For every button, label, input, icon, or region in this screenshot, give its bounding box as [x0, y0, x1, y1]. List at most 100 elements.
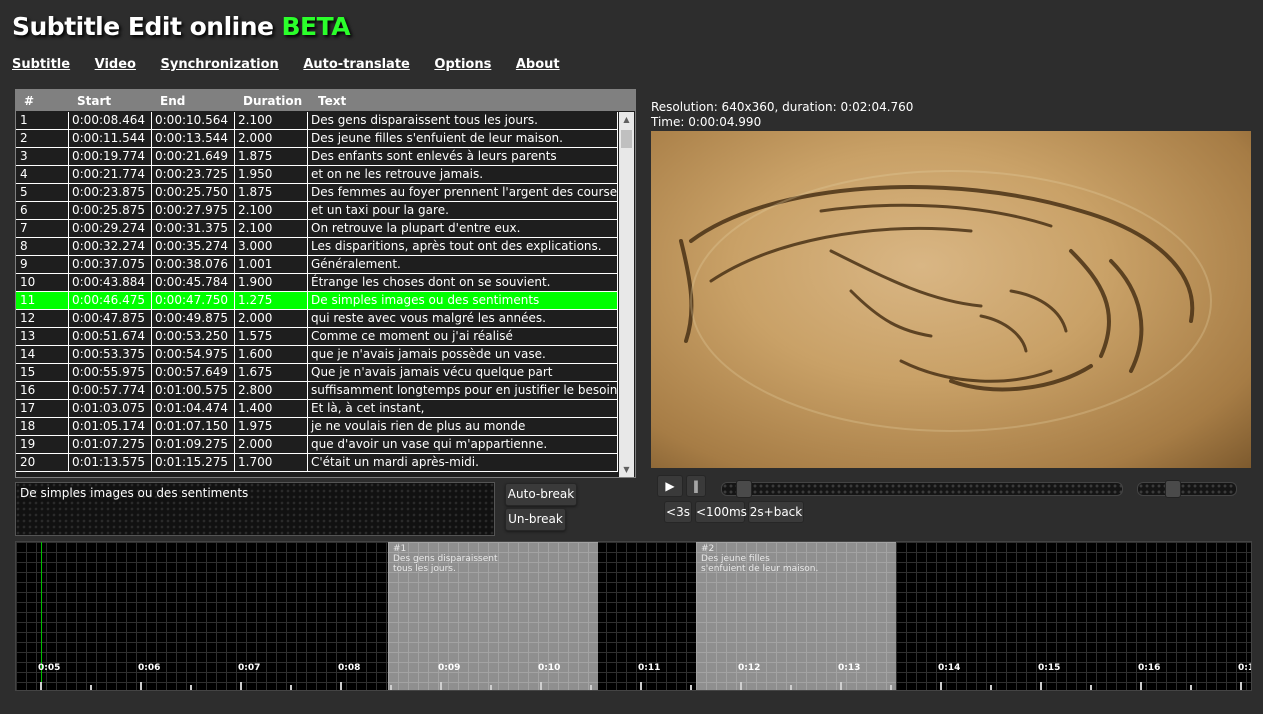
back-100ms-button[interactable]: <100ms — [695, 501, 747, 523]
table-row[interactable]: 14 0:00:53.375 0:00:54.975 1.600 que je n'av… — [16, 346, 618, 364]
play-icon: ▶ — [665, 479, 675, 493]
row-number: 17 — [16, 400, 69, 418]
header-duration[interactable]: Duration — [235, 94, 308, 108]
menu-synchronization[interactable]: Synchronization — [161, 57, 279, 72]
row-start: 0:01:05.174 — [69, 418, 152, 436]
row-text: Les disparitions, après tout ont des exp… — [308, 238, 618, 256]
row-start: 0:00:32.274 — [69, 238, 152, 256]
table-row[interactable]: 6 0:00:25.875 0:00:27.975 2.100 et un taxi p… — [16, 202, 618, 220]
row-duration: 1.950 — [235, 166, 308, 184]
table-row[interactable]: 18 0:01:05.174 0:01:07.150 1.975 je ne voula… — [16, 418, 618, 436]
row-duration: 2.100 — [235, 112, 308, 130]
scroll-up-icon[interactable]: ▲ — [619, 112, 634, 127]
row-start: 0:00:47.875 — [69, 310, 152, 328]
row-text: Et là, à cet instant, — [308, 400, 618, 418]
row-duration: 2.100 — [235, 202, 308, 220]
table-row[interactable]: 3 0:00:19.774 0:00:21.649 1.875 Des enfants … — [16, 148, 618, 166]
auto-break-button[interactable]: Auto-break — [505, 483, 577, 506]
row-duration: 1.400 — [235, 400, 308, 418]
row-duration: 1.900 — [235, 274, 308, 292]
menu-auto-translate[interactable]: Auto-translate — [303, 57, 410, 72]
table-row[interactable]: 19 0:01:07.275 0:01:09.275 2.000 que d'avoir… — [16, 436, 618, 454]
row-duration: 3.000 — [235, 238, 308, 256]
row-end: 0:00:25.750 — [152, 184, 235, 202]
subtitle-grid: # Start End Duration Text 1 0:00:08.464 0:… — [15, 89, 636, 478]
waveform-tick — [840, 682, 842, 690]
row-text: Des gens disparaissent tous les jours. — [308, 112, 618, 130]
pause-button[interactable]: ‖ — [686, 475, 706, 497]
subtitle-text-editor[interactable]: De simples images ou des sentiments — [15, 482, 495, 536]
menu-options[interactable]: Options — [434, 57, 491, 72]
volume-slider[interactable] — [1137, 482, 1237, 496]
table-row[interactable]: 16 0:00:57.774 0:01:00.575 2.800 suffisammen… — [16, 382, 618, 400]
row-end: 0:00:27.975 — [152, 202, 235, 220]
row-text: Des femmes au foyer prennent l'argent de… — [308, 184, 618, 202]
waveform-time-label: 0:16 — [1138, 663, 1161, 673]
row-start: 0:00:57.774 — [69, 382, 152, 400]
menu-about[interactable]: About — [516, 57, 560, 72]
video-progress-thumb[interactable] — [736, 480, 753, 498]
back-3s-button[interactable]: <3s — [664, 501, 692, 523]
table-row[interactable]: 20 0:01:13.575 0:01:15.275 1.700 C'était un … — [16, 454, 618, 472]
table-row[interactable]: 15 0:00:55.975 0:00:57.649 1.675 Que je n'av… — [16, 364, 618, 382]
waveform-timeline[interactable]: #1 Des gens disparaissent tous les jours… — [15, 541, 1252, 691]
waveform-tick — [1190, 685, 1192, 690]
header-number[interactable]: # — [16, 94, 69, 108]
table-row[interactable]: 12 0:00:47.875 0:00:49.875 2.000 qui reste a… — [16, 310, 618, 328]
video-progress-slider[interactable] — [721, 482, 1123, 496]
row-duration: 2.100 — [235, 220, 308, 238]
app-title: Subtitle Edit online BETA — [12, 12, 351, 41]
waveform-subtitle-line: s'enfuient de leur maison. — [701, 564, 819, 574]
volume-thumb[interactable] — [1164, 480, 1181, 498]
waveform-time-label: 0:09 — [438, 663, 461, 673]
scroll-thumb[interactable] — [621, 130, 632, 148]
table-row[interactable]: 1 0:00:08.464 0:00:10.564 2.100 Des gens dis… — [16, 112, 618, 130]
table-row[interactable]: 13 0:00:51.674 0:00:53.250 1.575 Comme ce mo… — [16, 328, 618, 346]
waveform-time-label: 0:06 — [138, 663, 161, 673]
row-number: 2 — [16, 130, 69, 148]
header-start[interactable]: Start — [69, 94, 152, 108]
table-row[interactable]: 2 0:00:11.544 0:00:13.544 2.000 Des jeune fi… — [16, 130, 618, 148]
grid-header: # Start End Duration Text — [16, 90, 635, 111]
row-end: 0:00:35.274 — [152, 238, 235, 256]
row-number: 4 — [16, 166, 69, 184]
waveform-tick — [640, 682, 642, 690]
waveform-tick — [440, 682, 442, 690]
table-row[interactable]: 10 0:00:43.884 0:00:45.784 1.900 Étrange les… — [16, 274, 618, 292]
menu-video[interactable]: Video — [95, 57, 136, 72]
video-player[interactable] — [651, 131, 1251, 468]
row-text: qui reste avec vous malgré les années. — [308, 310, 618, 328]
waveform-time-label: 0:12 — [738, 663, 761, 673]
table-row[interactable]: 9 0:00:37.075 0:00:38.076 1.001 Généralement… — [16, 256, 618, 274]
table-row[interactable]: 8 0:00:32.274 0:00:35.274 3.000 Les disparit… — [16, 238, 618, 256]
row-text: que d'avoir un vase qui m'appartienne. — [308, 436, 618, 454]
row-number: 15 — [16, 364, 69, 382]
waveform-tick — [590, 685, 592, 690]
grid-scrollbar[interactable]: ▲ ▼ — [619, 112, 634, 477]
header-text[interactable]: Text — [308, 94, 618, 108]
main-menu: Subtitle Video Synchronization Auto-tran… — [12, 57, 580, 72]
two-sec-back-button[interactable]: 2s+back — [748, 501, 804, 523]
waveform-subtitle-1[interactable]: #1 Des gens disparaissent tous les jours… — [388, 542, 598, 690]
video-time: Time: 0:00:04.990 — [651, 115, 762, 129]
waveform-tick — [1040, 682, 1042, 690]
row-text: Des jeune filles s'enfuient de leur mais… — [308, 130, 618, 148]
table-row[interactable]: 7 0:00:29.274 0:00:31.375 2.100 On retrouve … — [16, 220, 618, 238]
play-button[interactable]: ▶ — [657, 475, 683, 497]
menu-subtitle[interactable]: Subtitle — [12, 57, 70, 72]
row-end: 0:00:47.750 — [152, 292, 235, 310]
row-number: 7 — [16, 220, 69, 238]
row-duration: 1.700 — [235, 454, 308, 472]
table-row[interactable]: 17 0:01:03.075 0:01:04.474 1.400 Et là, à ce… — [16, 400, 618, 418]
un-break-button[interactable]: Un-break — [505, 508, 566, 531]
row-number: 3 — [16, 148, 69, 166]
row-start: 0:00:46.475 — [69, 292, 152, 310]
table-row-selected[interactable]: 11 0:00:46.475 0:00:47.750 1.275 De simples … — [16, 292, 618, 310]
scroll-down-icon[interactable]: ▼ — [619, 462, 634, 477]
header-end[interactable]: End — [152, 94, 235, 108]
table-row[interactable]: 5 0:00:23.875 0:00:25.750 1.875 Des femmes a… — [16, 184, 618, 202]
waveform-tick — [40, 682, 42, 690]
waveform-subtitle-2[interactable]: #2 Des jeune filles s'enfuient de leur m… — [696, 542, 896, 690]
waveform-tick — [790, 685, 792, 690]
table-row[interactable]: 4 0:00:21.774 0:00:23.725 1.950 et on ne les… — [16, 166, 618, 184]
